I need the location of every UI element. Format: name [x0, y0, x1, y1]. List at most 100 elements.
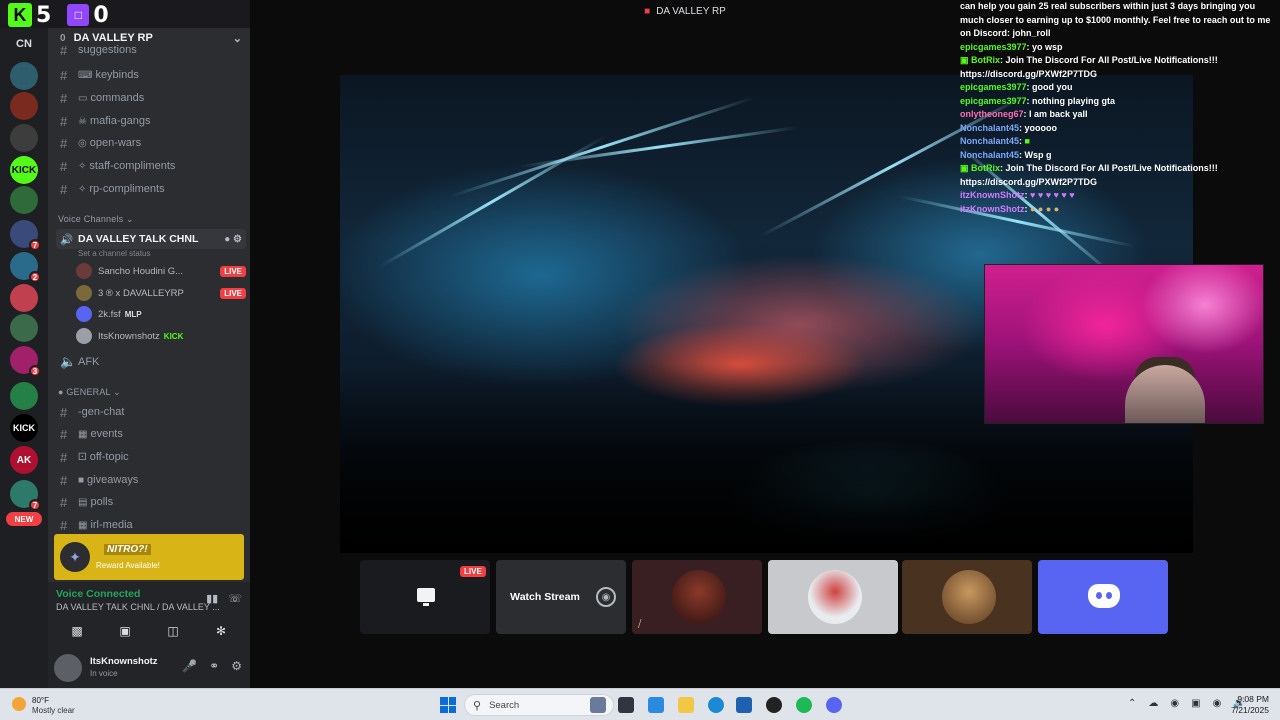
channel-item[interactable]: # ◎ open-wars	[56, 133, 246, 153]
window-title: DA VALLEY RP	[656, 5, 726, 17]
edge-icon[interactable]	[708, 697, 724, 713]
cloud-icon[interactable]: ☁	[1148, 698, 1158, 709]
server-icon[interactable]: 7	[10, 480, 41, 511]
avatar	[76, 263, 92, 279]
channel-item[interactable]: # -gen-chat	[56, 402, 246, 422]
voice-channel-active[interactable]: 🔊 DA VALLEY TALK CHNL ● ⚙	[56, 229, 246, 249]
avatar[interactable]	[54, 654, 82, 682]
channel-item[interactable]: # ☠ mafia-gangs	[56, 111, 246, 131]
display-icon[interactable]: ▣	[1191, 698, 1200, 709]
store-icon[interactable]	[736, 697, 752, 713]
server-icon[interactable]	[10, 284, 38, 312]
server-icon[interactable]	[10, 62, 38, 90]
noise-suppression-icon[interactable]: ▮▮	[206, 592, 218, 605]
participant-tile[interactable]	[902, 560, 1032, 634]
start-button[interactable]	[440, 697, 456, 713]
channel-item[interactable]: # ⚀ off-topic	[56, 447, 246, 467]
sparkle-icon: ✧	[78, 183, 87, 195]
live-badge: LIVE	[460, 566, 486, 577]
avatar	[76, 306, 92, 322]
participant-tile[interactable]: ⧸	[632, 560, 762, 634]
dice-icon: ⚀	[78, 451, 87, 463]
server-kick-2[interactable]: KICK	[10, 414, 38, 442]
light-beam	[449, 96, 755, 198]
location-icon[interactable]: ◉	[1170, 698, 1179, 709]
screen-share-button[interactable]: ▣	[104, 620, 146, 642]
weather-widget[interactable]: 80°F Mostly clear	[10, 694, 90, 716]
eye-icon[interactable]: ◉	[596, 587, 616, 607]
voice-channel-tools[interactable]: ● ⚙	[224, 234, 246, 245]
channel-item[interactable]: # ■ giveaways	[56, 470, 246, 490]
category-general[interactable]: ● GENERAL ⌄	[58, 387, 121, 398]
channel-item[interactable]: # ✧ rp-compliments	[56, 179, 246, 199]
keyboard-icon: ⌨	[78, 69, 93, 81]
gear-icon[interactable]: ⚙	[231, 659, 242, 673]
channel-item[interactable]: # ▭ commands	[56, 88, 246, 108]
chevron-down-icon: ⌄	[232, 32, 242, 45]
server-icon[interactable]	[10, 92, 38, 120]
target-icon: ◎	[78, 137, 87, 149]
copilot-icon[interactable]	[648, 697, 664, 713]
server-icon[interactable]	[10, 382, 38, 410]
calendar-icon: ▦	[78, 428, 88, 440]
clock-time: 9:08 PM	[1237, 694, 1269, 704]
app-icon[interactable]	[766, 697, 782, 713]
voice-member[interactable]: ItsKnownshotz KICK	[76, 326, 246, 346]
chevron-up-icon[interactable]: ⌃	[1128, 698, 1136, 709]
windows-taskbar: 80°F Mostly clear ⚲ Search ⌃ ☁ ◉ ▣ ◉ 🔊 9…	[0, 688, 1280, 720]
temperature: 80°F	[32, 696, 49, 705]
emote-icon: ● ● ● ●	[1027, 203, 1060, 214]
activity-button[interactable]: ◫	[152, 620, 194, 642]
server-valley[interactable]	[10, 186, 38, 214]
soundboard-button[interactable]: ✻	[200, 620, 242, 642]
hash-icon: #	[60, 449, 68, 465]
camera-off-button[interactable]: ▩	[56, 620, 98, 642]
channel-item[interactable]: # ▤ polls	[56, 492, 246, 512]
server-icon[interactable]: 3	[10, 346, 41, 377]
widgets-icon[interactable]	[590, 697, 606, 713]
server-cn[interactable]: CN	[10, 30, 38, 58]
server-icon[interactable]: 2	[10, 252, 41, 283]
server-icon[interactable]	[10, 314, 38, 342]
emote-icon: ♥ ♥ ♥ ♥ ♥ ♥	[1027, 190, 1075, 200]
hash-icon: #	[60, 517, 68, 533]
disconnect-icon[interactable]: ☏	[228, 592, 242, 605]
server-icon[interactable]: 7	[10, 220, 41, 251]
taskbar-clock[interactable]: 9:08 PM 7/21/2025	[1225, 694, 1269, 716]
server-icon[interactable]: AK	[10, 446, 38, 474]
file-explorer-icon[interactable]	[678, 697, 694, 713]
avatar	[808, 570, 862, 624]
channel-item[interactable]: # suggestions	[56, 44, 246, 56]
channel-item[interactable]: # ▦ events	[56, 424, 246, 444]
nitro-reward-banner[interactable]: ✦ NITRO?! Reward Available!	[54, 534, 244, 580]
server-kick[interactable]: KICK	[10, 156, 38, 184]
headphones-icon[interactable]: ⚭	[209, 659, 219, 673]
voice-connected-subtitle[interactable]: DA VALLEY TALK CHNL / DA VALLEY ...	[56, 602, 220, 612]
skull-icon: ☠	[78, 115, 87, 127]
server-icon[interactable]	[10, 124, 38, 152]
channel-item[interactable]: # ✧ staff-compliments	[56, 156, 246, 176]
chat-message: itzKnownShotz: ● ● ● ●	[960, 203, 1060, 214]
voice-member[interactable]: 3 ® x DAVALLEYRP LIVE	[76, 283, 246, 303]
microphone-icon[interactable]: 🎤	[182, 659, 197, 673]
discord-icon[interactable]	[826, 697, 842, 713]
participant-tile[interactable]	[768, 560, 898, 634]
spotify-icon[interactable]	[796, 697, 812, 713]
network-icon[interactable]: ◉	[1213, 698, 1222, 709]
participant-tile[interactable]	[1038, 560, 1168, 634]
channel-status-prompt[interactable]: Set a channel status	[78, 249, 151, 258]
channel-item[interactable]: # ⌨ keybinds	[56, 65, 246, 85]
voice-member[interactable]: Sancho Houdini G... LIVE	[76, 261, 246, 281]
avatar	[942, 570, 996, 624]
screen-share-tile[interactable]: LIVE	[360, 560, 490, 634]
task-view-icon[interactable]	[618, 697, 634, 713]
category-voice-channels[interactable]: Voice Channels ⌄	[58, 214, 134, 225]
server-small-icon: ■	[644, 5, 651, 17]
voice-member[interactable]: 2k.fsf MLP	[76, 304, 246, 324]
watch-stream-button[interactable]: Watch Stream	[504, 586, 586, 608]
channel-item[interactable]: # ▦ irl-media	[56, 515, 246, 535]
chat-message: ▣ BotRix: Join The Discord For All Post/…	[960, 55, 1218, 79]
speaker-icon: 🔈	[60, 354, 77, 369]
voice-channel-afk[interactable]: 🔈 AFK	[56, 352, 246, 372]
voice-connected-title: Voice Connected	[56, 588, 141, 600]
